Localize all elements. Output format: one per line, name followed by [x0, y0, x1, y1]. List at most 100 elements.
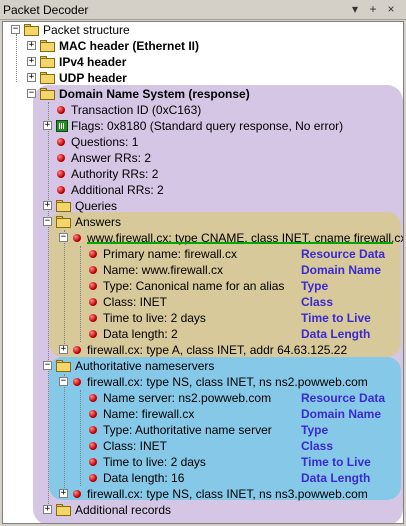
field-label: Transaction ID (0xC163) — [71, 103, 202, 117]
flags-icon — [56, 120, 68, 132]
tree-item-label: MAC header (Ethernet II) — [59, 39, 200, 53]
tree-root-label: Packet structure — [43, 23, 130, 37]
collapse-icon[interactable]: − — [59, 377, 68, 386]
authority-record-2[interactable]: + firewall.cx: type NS, class INET, ns n… — [3, 486, 403, 502]
field-dot-icon — [89, 426, 97, 434]
field-note: Type — [301, 423, 329, 437]
tree-item-label: Queries — [75, 199, 118, 213]
expand-icon[interactable]: + — [43, 505, 52, 514]
field-transaction-id[interactable]: Transaction ID (0xC163) — [3, 102, 403, 118]
tree-item-dns[interactable]: − Domain Name System (response) — [3, 86, 403, 102]
expand-icon[interactable]: + — [43, 121, 52, 130]
expand-icon[interactable]: + — [59, 489, 68, 498]
expand-icon[interactable]: + — [27, 57, 36, 66]
tree-item-label: UDP header — [59, 71, 127, 85]
field-dot-icon — [57, 186, 65, 194]
record-label: firewall.cx: type NS, class INET, ns ns2… — [87, 375, 368, 389]
tree-item-queries[interactable]: + Queries — [3, 198, 403, 214]
packet-tree-pane[interactable]: − Packet structure + MAC header (Etherne… — [2, 21, 404, 524]
collapse-icon[interactable]: − — [43, 361, 52, 370]
folder-icon — [24, 24, 39, 36]
field-note: Resource Data — [301, 247, 386, 261]
field-dot-icon — [89, 458, 97, 466]
field-dot-icon — [89, 314, 97, 322]
answer1-field[interactable]: Class: INET Class — [3, 294, 403, 310]
collapse-icon[interactable]: − — [27, 89, 36, 98]
folder-icon — [56, 504, 71, 516]
tree-item-additional[interactable]: + Additional records — [3, 502, 403, 518]
authority-record-1[interactable]: − firewall.cx: type NS, class INET, ns n… — [3, 374, 403, 390]
title-bar: Packet Decoder ▾ + × — [0, 0, 406, 20]
field-label: Type: Canonical name for an alias — [103, 279, 285, 293]
field-label: Authority RRs: 2 — [71, 167, 159, 181]
tree-item-answers[interactable]: − Answers — [3, 214, 403, 230]
field-note: Data Length — [301, 327, 371, 341]
auth1-field[interactable]: Class: INET Class — [3, 438, 403, 454]
folder-icon — [56, 216, 71, 228]
maximize-button[interactable]: + — [366, 2, 380, 16]
field-label: Class: INET — [103, 439, 168, 453]
field-note: Class — [301, 439, 334, 453]
collapse-icon[interactable]: − — [11, 25, 20, 34]
auth1-field[interactable]: Data length: 16 Data Length — [3, 470, 403, 486]
auth1-field[interactable]: Name server: ns2.powweb.com Resource Dat… — [3, 390, 403, 406]
field-label: Class: INET — [103, 295, 168, 309]
field-label: Name: www.firewall.cx — [103, 263, 224, 277]
field-label: Primary name: firewall.cx — [103, 247, 238, 261]
collapse-icon[interactable]: − — [59, 233, 68, 242]
auth1-field[interactable]: Type: Authoritative name server Type — [3, 422, 403, 438]
field-label: Answer RRs: 2 — [71, 151, 152, 165]
expand-icon[interactable]: + — [59, 345, 68, 354]
field-dot-icon — [57, 106, 65, 114]
answer1-field[interactable]: Type: Canonical name for an alias Type — [3, 278, 403, 294]
record-dot-icon — [73, 490, 81, 498]
record-label: firewall.cx: type NS, class INET, ns ns3… — [87, 487, 368, 501]
field-dot-icon — [57, 154, 65, 162]
folder-icon — [40, 88, 55, 100]
field-label: Additional RRs: 2 — [71, 183, 164, 197]
answer-record-2[interactable]: + firewall.cx: type A, class INET, addr … — [3, 342, 403, 358]
expand-icon[interactable]: + — [27, 73, 36, 82]
tree-item-label: IPv4 header — [59, 55, 127, 69]
field-authority-rrs[interactable]: Authority RRs: 2 — [3, 166, 403, 182]
field-flags[interactable]: + Flags: 0x8180 (Standard query response… — [3, 118, 403, 134]
collapse-icon[interactable]: − — [43, 217, 52, 226]
answer1-field[interactable]: Data length: 2 Data Length — [3, 326, 403, 342]
auth1-field[interactable]: Name: firewall.cx Domain Name — [3, 406, 403, 422]
field-answer-rrs[interactable]: Answer RRs: 2 — [3, 150, 403, 166]
folder-icon — [56, 200, 71, 212]
answer1-field[interactable]: Name: www.firewall.cx Domain Name — [3, 262, 403, 278]
field-dot-icon — [57, 170, 65, 178]
tree-item-label: Domain Name System (response) — [59, 87, 250, 101]
expand-icon[interactable]: + — [43, 201, 52, 210]
answer1-field[interactable]: Time to live: 2 days Time to Live — [3, 310, 403, 326]
auth1-field[interactable]: Time to live: 2 days Time to Live — [3, 454, 403, 470]
field-questions[interactable]: Questions: 1 — [3, 134, 403, 150]
expand-icon[interactable]: + — [27, 41, 36, 50]
menu-dropdown-button[interactable]: ▾ — [348, 2, 362, 16]
field-dot-icon — [89, 442, 97, 450]
tree-item-ipv4[interactable]: + IPv4 header — [3, 54, 403, 70]
tree-item-mac[interactable]: + MAC header (Ethernet II) — [3, 38, 403, 54]
field-additional-rrs[interactable]: Additional RRs: 2 — [3, 182, 403, 198]
folder-icon — [56, 360, 71, 372]
field-note: Data Length — [301, 471, 371, 485]
tree-item-label: Answers — [75, 215, 122, 229]
field-label: Type: Authoritative name server — [103, 423, 272, 437]
record-dot-icon — [73, 346, 81, 354]
tree-item-authoritative[interactable]: − Authoritative nameservers — [3, 358, 403, 374]
field-dot-icon — [89, 266, 97, 274]
folder-icon — [40, 40, 55, 52]
close-button[interactable]: × — [384, 2, 398, 16]
record-dot-icon — [73, 234, 81, 242]
field-dot-icon — [89, 474, 97, 482]
folder-icon — [40, 72, 55, 84]
field-note: Domain Name — [301, 263, 382, 277]
answer1-field[interactable]: Primary name: firewall.cx Resource Data — [3, 246, 403, 262]
field-dot-icon — [89, 298, 97, 306]
tree-item-udp[interactable]: + UDP header — [3, 70, 403, 86]
selection-underline — [87, 242, 393, 244]
field-dot-icon — [89, 394, 97, 402]
field-label: Data length: 16 — [103, 471, 185, 485]
tree-root[interactable]: − Packet structure — [3, 22, 403, 38]
